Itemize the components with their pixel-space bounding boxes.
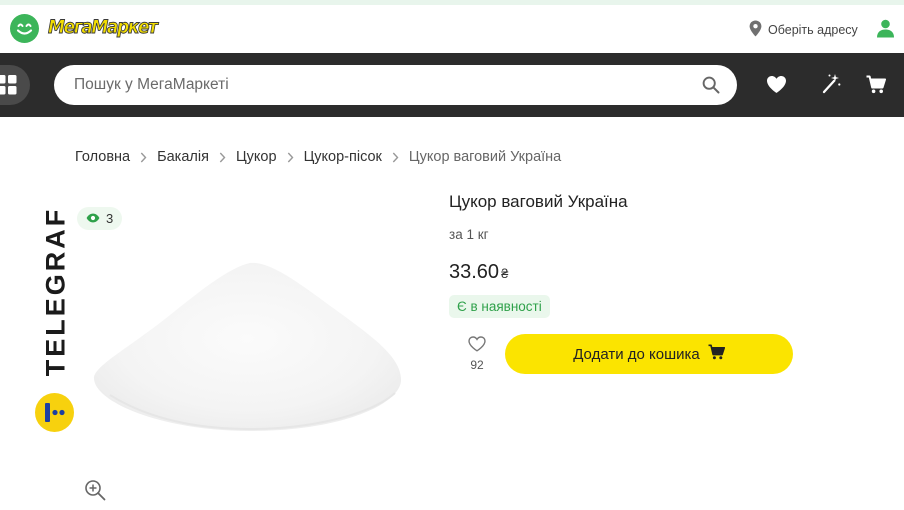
address-selector[interactable]: Оберіть адресу xyxy=(749,20,858,40)
breadcrumb-item-home[interactable]: Головна xyxy=(75,149,130,165)
views-count: 3 xyxy=(106,211,114,226)
currency-symbol: ₴ xyxy=(501,266,509,281)
chevron-right-icon xyxy=(140,152,147,163)
catalog-button[interactable] xyxy=(0,65,30,105)
product-unit: за 1 кг xyxy=(449,227,489,242)
eye-icon xyxy=(86,211,100,226)
price-value: 33.60 xyxy=(449,261,500,283)
breadcrumb: Головна Бакалія Цукор Цукор-пісок Цукор … xyxy=(75,149,561,165)
main-navbar xyxy=(0,53,904,117)
heart-icon xyxy=(468,336,486,356)
views-badge: 3 xyxy=(77,207,122,230)
favorite-toggle[interactable]: 92 xyxy=(462,336,492,372)
availability-badge: Є в наявності xyxy=(449,295,550,318)
search-bar xyxy=(54,65,737,105)
smile-logo-icon[interactable] xyxy=(10,14,39,43)
watermark-text: TELEGRAF xyxy=(40,206,71,376)
zoom-icon[interactable] xyxy=(84,479,106,506)
chevron-right-icon xyxy=(287,152,294,163)
add-to-cart-label: Додати до кошика xyxy=(573,345,700,363)
product-image[interactable] xyxy=(90,255,405,435)
chevron-right-icon xyxy=(392,152,399,163)
product-title: Цукор ваговий Україна xyxy=(449,192,628,211)
breadcrumb-item-granulated-sugar[interactable]: Цукор-пісок xyxy=(304,149,382,165)
product-price: 33.60 ₴ xyxy=(449,261,508,284)
breadcrumb-item-grocery[interactable]: Бакалія xyxy=(157,149,209,165)
breadcrumb-item-sugar[interactable]: Цукор xyxy=(236,149,277,165)
chevron-right-icon xyxy=(219,152,226,163)
breadcrumb-item-current: Цукор ваговий Україна xyxy=(408,149,562,165)
magic-wand-icon[interactable] xyxy=(822,73,841,99)
telegraf-watermark: TELEGRAF xyxy=(35,196,75,436)
address-label: Оберіть адресу xyxy=(768,23,858,37)
logo-wordmark[interactable]: МегаМаркет xyxy=(48,16,159,39)
cart-icon[interactable] xyxy=(866,75,886,99)
location-pin-icon xyxy=(749,20,762,40)
site-header: МегаМаркет Оберіть адресу xyxy=(0,5,904,53)
search-input[interactable] xyxy=(74,65,674,105)
catalog-grid-icon xyxy=(0,75,17,95)
user-icon[interactable] xyxy=(876,19,895,43)
search-icon[interactable] xyxy=(702,76,720,99)
telegraf-logo-icon xyxy=(35,393,74,432)
heart-icon[interactable] xyxy=(766,75,787,99)
favorites-count: 92 xyxy=(470,358,484,372)
cart-icon xyxy=(708,344,725,364)
add-to-cart-button[interactable]: Додати до кошика xyxy=(505,334,793,374)
